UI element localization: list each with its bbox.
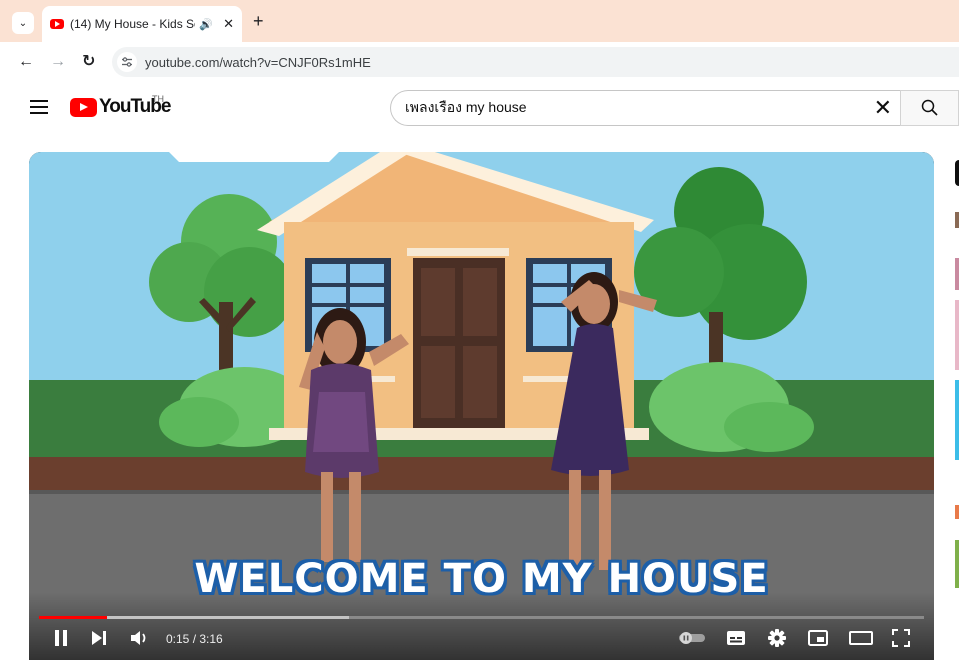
video-player[interactable]: WELCOME TO MY HOUSE 0:15 / 3:16 xyxy=(29,152,934,660)
recommendation-thumbnail[interactable] xyxy=(955,300,959,370)
controls-gradient xyxy=(29,592,934,660)
search-box: ✕ xyxy=(390,90,900,126)
volume-button[interactable] xyxy=(127,626,153,650)
speaker-icon[interactable]: 🔊 xyxy=(199,18,213,31)
address-bar[interactable]: youtube.com/watch?v=CNJF0Rs1mHE xyxy=(112,47,959,77)
time-separator: / xyxy=(189,632,200,646)
back-arrow-icon[interactable]: ← xyxy=(18,53,34,71)
recommendation-thumbnail[interactable] xyxy=(955,540,959,588)
search-input[interactable] xyxy=(405,100,845,116)
subtitles-icon xyxy=(727,631,745,645)
site-settings-icon[interactable] xyxy=(117,52,137,72)
browser-tab-strip: ⌄ (14) My House - Kids Songs 🔊 ✕ + xyxy=(0,0,959,42)
recommendation-thumbnail[interactable] xyxy=(955,505,959,519)
current-time: 0:15 xyxy=(166,632,190,646)
next-icon xyxy=(92,631,106,645)
clear-search-icon[interactable]: ✕ xyxy=(874,97,892,119)
autoplay-toggle-icon xyxy=(679,632,705,644)
next-button[interactable] xyxy=(87,626,111,650)
search-button[interactable] xyxy=(900,90,959,126)
settings-button[interactable] xyxy=(765,626,789,650)
reload-icon[interactable]: ↻ xyxy=(82,53,95,71)
close-icon[interactable]: ✕ xyxy=(223,16,234,32)
tab-list-chevron-icon[interactable]: ⌄ xyxy=(12,12,34,34)
tune-icon xyxy=(122,57,132,67)
forward-arrow-icon[interactable]: → xyxy=(50,53,66,71)
progress-played xyxy=(39,616,108,619)
volume-icon xyxy=(131,631,146,645)
recommendation-thumbnail[interactable] xyxy=(955,258,959,290)
miniplayer-button[interactable] xyxy=(806,626,830,650)
progress-bar[interactable] xyxy=(39,616,924,619)
country-code: TH xyxy=(152,94,164,104)
browser-toolbar: ← → ↻ youtube.com/watch?v=CNJF0Rs1mHE xyxy=(0,42,959,82)
youtube-header: YouTube TH ✕ xyxy=(0,82,959,134)
theater-icon xyxy=(849,631,873,645)
tab-title: (14) My House - Kids Songs xyxy=(70,17,195,31)
pause-icon xyxy=(55,630,67,646)
youtube-favicon-icon xyxy=(50,19,64,29)
gear-icon xyxy=(768,629,786,647)
subtitles-button[interactable] xyxy=(724,626,748,650)
recommendation-thumbnail[interactable] xyxy=(955,380,959,460)
url-text[interactable]: youtube.com/watch?v=CNJF0Rs1mHE xyxy=(145,55,371,70)
fullscreen-icon xyxy=(892,629,910,647)
time-display: 0:15 / 3:16 xyxy=(166,632,223,646)
miniplayer-icon xyxy=(808,630,828,646)
duration: 3:16 xyxy=(199,632,223,646)
search-icon xyxy=(921,99,938,116)
browser-tab[interactable]: (14) My House - Kids Songs 🔊 ✕ xyxy=(42,6,242,42)
fullscreen-button[interactable] xyxy=(889,626,913,650)
filter-chip[interactable] xyxy=(955,160,959,186)
autoplay-toggle[interactable] xyxy=(677,626,707,650)
pause-button[interactable] xyxy=(49,626,73,650)
menu-icon[interactable] xyxy=(30,100,48,114)
new-tab-button[interactable]: + xyxy=(253,12,264,30)
theater-mode-button[interactable] xyxy=(847,626,875,650)
recommendation-thumbnail[interactable] xyxy=(955,212,959,228)
youtube-play-logo-icon xyxy=(70,97,97,117)
